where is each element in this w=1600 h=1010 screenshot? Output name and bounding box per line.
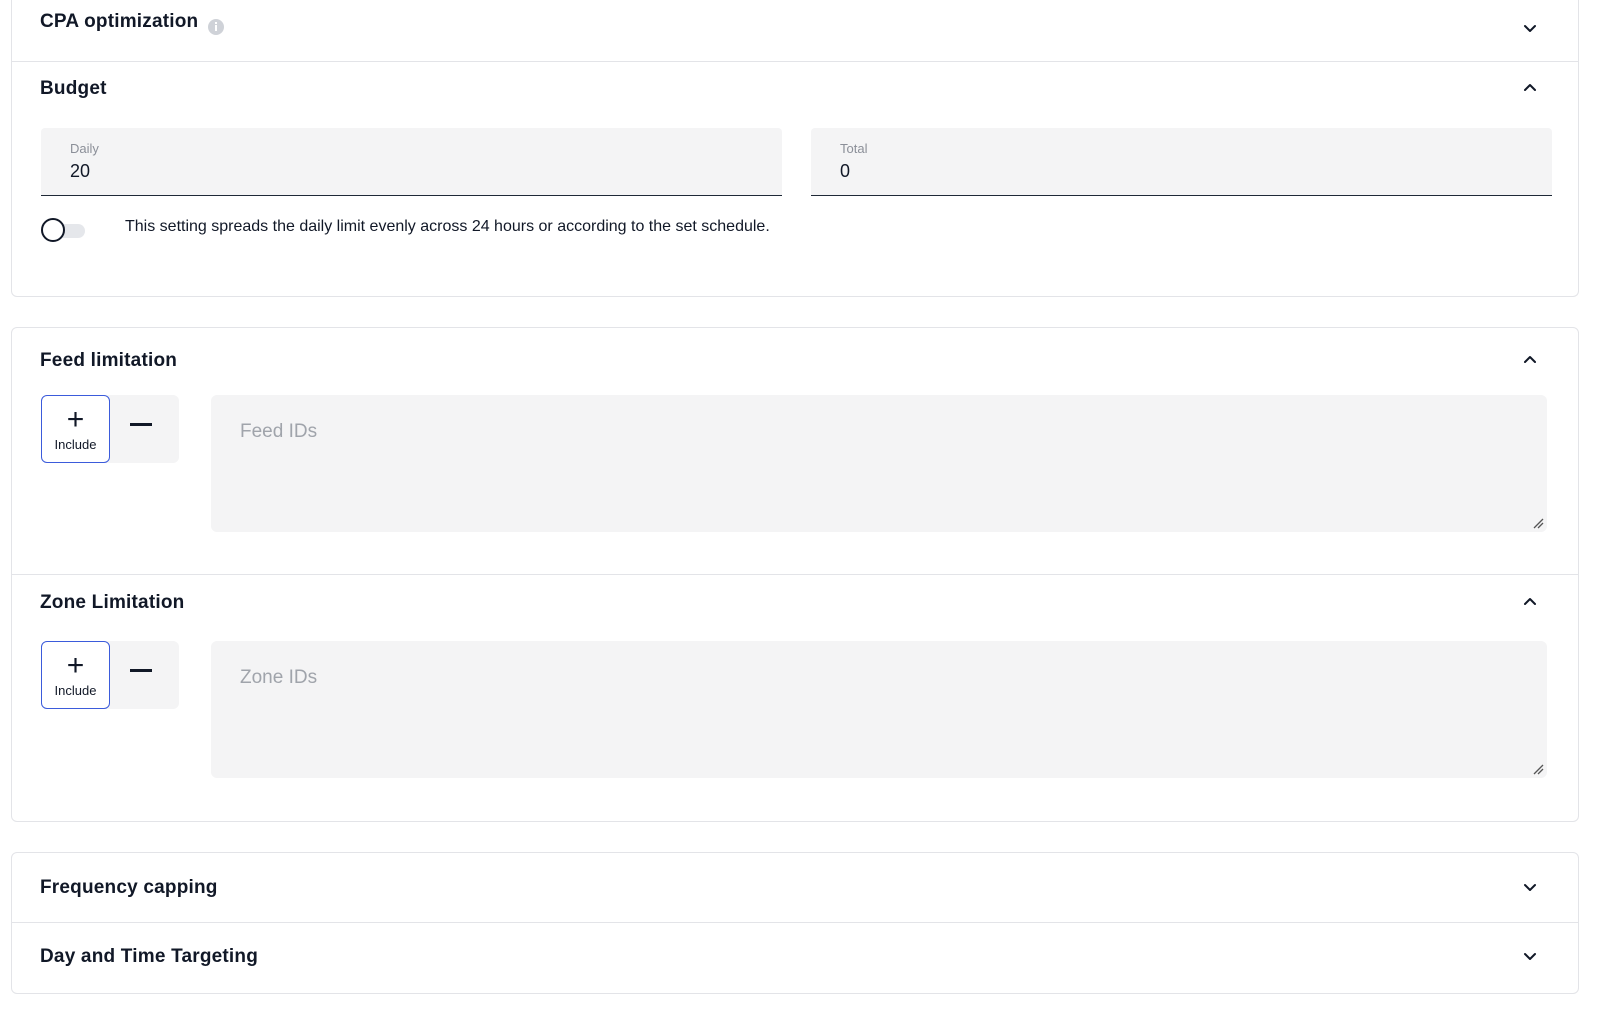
day-time-targeting-title: Day and Time Targeting [40, 946, 259, 967]
chevron-down-icon[interactable] [1520, 946, 1540, 966]
chevron-up-icon[interactable] [1520, 78, 1540, 98]
feed-ids-placeholder: Feed IDs [240, 421, 318, 442]
zone-include-label: Include [54, 682, 97, 698]
zone-limitation-title: Zone Limitation [40, 592, 185, 613]
chevron-down-icon[interactable] [1520, 877, 1540, 897]
total-budget-label: Total [840, 141, 868, 156]
feed-include-button[interactable]: + Include [41, 395, 110, 463]
feed-include-label: Include [54, 436, 97, 452]
card-frequency-daytime: Frequency capping Day and Time Targeting [11, 852, 1579, 994]
resize-grip-icon[interactable] [1532, 517, 1544, 529]
budget-header[interactable]: Budget [12, 62, 1578, 122]
zone-include-button[interactable]: + Include [41, 641, 110, 709]
minus-icon[interactable] [130, 423, 152, 426]
feed-limitation-header[interactable]: Feed limitation [12, 328, 1578, 388]
frequency-capping-header[interactable]: Frequency capping [12, 853, 1578, 922]
toggle-knob [41, 218, 65, 242]
minus-icon[interactable] [130, 669, 152, 672]
spread-budget-description: This setting spreads the daily limit eve… [125, 218, 770, 235]
plus-icon: + [66, 402, 85, 436]
total-budget-field[interactable]: Total 0 [811, 128, 1552, 196]
spread-budget-toggle[interactable] [41, 218, 85, 242]
chevron-down-icon[interactable] [1520, 18, 1540, 38]
plus-icon: + [66, 648, 85, 682]
zone-limitation-header[interactable]: Zone Limitation [12, 575, 1578, 635]
card-feed-zone: Feed limitation + Include Feed IDs Zone … [11, 327, 1579, 822]
zone-ids-placeholder: Zone IDs [240, 667, 318, 688]
daily-budget-field[interactable]: Daily 20 [41, 128, 782, 196]
budget-title: Budget [40, 78, 107, 99]
feed-limitation-title: Feed limitation [40, 350, 178, 371]
zone-ids-textarea[interactable]: Zone IDs [211, 641, 1547, 778]
daily-budget-label: Daily [70, 141, 99, 156]
card-cpa-budget: CPA optimization Budget Daily 20 Total 0… [11, 0, 1579, 297]
chevron-up-icon[interactable] [1520, 592, 1540, 612]
cpa-optimization-title: CPA optimization [40, 11, 199, 32]
frequency-capping-title: Frequency capping [40, 877, 218, 898]
feed-ids-textarea[interactable]: Feed IDs [211, 395, 1547, 532]
zone-mode-switch: + Include [41, 641, 179, 709]
total-budget-value[interactable]: 0 [840, 161, 850, 182]
resize-grip-icon[interactable] [1532, 763, 1544, 775]
info-icon[interactable] [208, 19, 224, 35]
day-time-targeting-header[interactable]: Day and Time Targeting [12, 923, 1578, 993]
chevron-up-icon[interactable] [1520, 350, 1540, 370]
feed-mode-switch: + Include [41, 395, 179, 463]
daily-budget-value[interactable]: 20 [70, 161, 90, 182]
cpa-optimization-header[interactable]: CPA optimization [12, 0, 1578, 61]
